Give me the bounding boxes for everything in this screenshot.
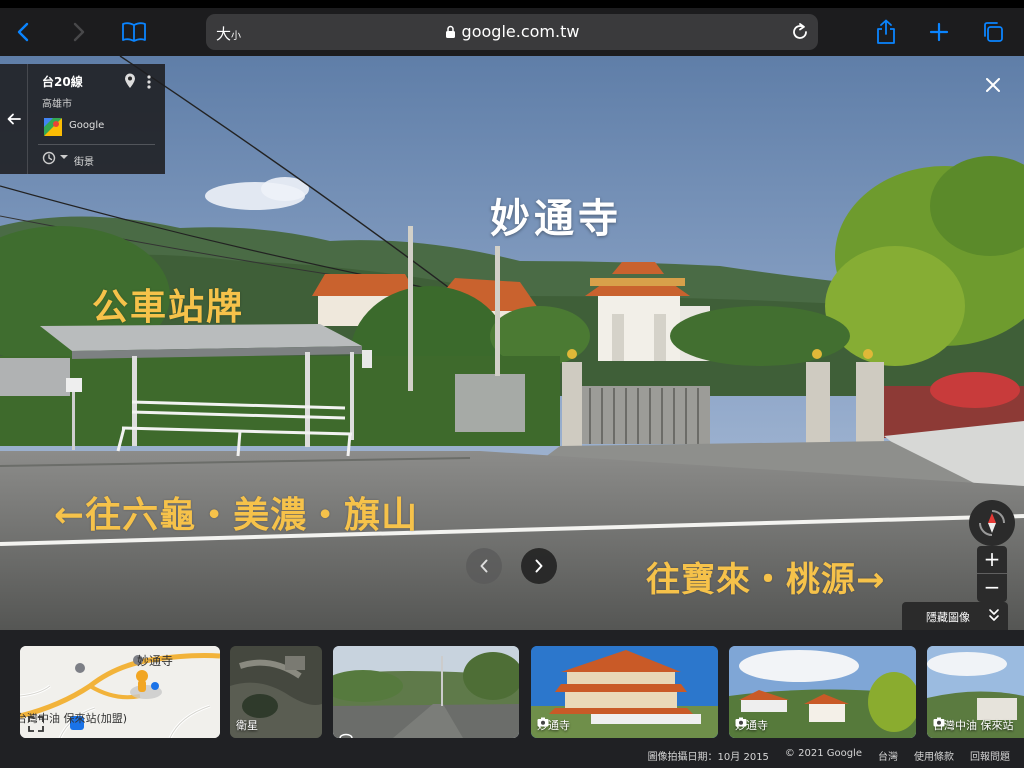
- location-subtitle: 高雄市: [42, 99, 72, 110]
- capture-date: 圖像拍攝日期：10月 2015: [647, 752, 769, 763]
- satellite-label: 衛星: [236, 719, 258, 732]
- previous-photo-button[interactable]: [466, 548, 502, 584]
- 360-icon: [339, 733, 353, 738]
- card-divider: [38, 144, 155, 145]
- location-info-card: 台20線 高雄市 Google 街景: [0, 64, 165, 174]
- more-vert-icon[interactable]: [146, 74, 152, 90]
- address-bar[interactable]: 大小 google.com.tw: [206, 14, 818, 50]
- temple-photo-thumbnail-1[interactable]: 妙通寺: [531, 646, 718, 738]
- bus-stop-annotation: 公車站牌: [92, 287, 245, 328]
- copyright-text: © 2021 Google: [784, 748, 862, 759]
- new-tab-icon[interactable]: [923, 16, 955, 48]
- camera-icon: [735, 717, 747, 727]
- zoom-in-button[interactable]: +: [977, 546, 1007, 574]
- arrow-left-icon: [7, 113, 21, 125]
- chevron-right-icon: [535, 559, 543, 573]
- close-street-view-button[interactable]: [980, 72, 1006, 98]
- street-view-thumbnail[interactable]: [333, 646, 519, 738]
- terms-link[interactable]: 使用條款: [914, 748, 954, 763]
- browser-toolbar: 大小 google.com.tw: [0, 0, 1024, 56]
- region-text: 台灣: [878, 752, 898, 763]
- zoom-controls: + −: [977, 546, 1007, 602]
- map-thumbnail[interactable]: 妙通寺 台灣中油 保來站(加盟): [20, 646, 220, 738]
- zoom-out-button[interactable]: −: [977, 574, 1007, 602]
- next-photo-button[interactable]: [521, 548, 557, 584]
- share-icon[interactable]: [870, 16, 902, 48]
- location-title: 台20線: [42, 75, 83, 89]
- temple-photo-label-1: 妙通寺: [537, 717, 570, 732]
- temple-photo-thumbnail-2[interactable]: 妙通寺: [729, 646, 916, 738]
- left-direction-annotation: ←往六龜・美濃・旗山: [54, 495, 419, 536]
- url-display: google.com.tw: [206, 22, 818, 41]
- camera-icon: [537, 717, 549, 727]
- bookmarks-icon[interactable]: [118, 16, 150, 48]
- lock-icon: [445, 25, 455, 38]
- tabs-icon[interactable]: [977, 16, 1009, 48]
- view-mode-label: 街景: [74, 157, 94, 168]
- gas-station-photo-label: 台灣中油 保來站: [933, 717, 1014, 732]
- street-thumb-image: [333, 646, 519, 738]
- chevron-down-icon[interactable]: [60, 155, 68, 159]
- gas-station-photo-thumbnail[interactable]: 台灣中油 保來站: [927, 646, 1024, 738]
- provider-label: Google: [69, 120, 105, 131]
- camera-icon: [933, 717, 945, 727]
- reload-icon[interactable]: [790, 22, 810, 42]
- back-to-map-button[interactable]: [0, 64, 28, 174]
- hide-images-button[interactable]: 隱藏圖像: [902, 602, 1008, 630]
- history-icon[interactable]: [42, 151, 56, 165]
- attribution-footer: 圖像拍攝日期：10月 2015 © 2021 Google 台灣 使用條款 回報…: [0, 744, 1024, 768]
- close-icon: [986, 78, 1000, 92]
- google-maps-logo-icon: [44, 118, 62, 136]
- expand-map-icon[interactable]: [28, 716, 44, 732]
- map-label-temple: 妙通寺: [137, 654, 174, 668]
- right-direction-annotation: 往寶來・桃源→: [646, 560, 886, 600]
- compass-button[interactable]: [969, 500, 1015, 546]
- double-chevron-down-icon: [989, 609, 999, 621]
- temple-annotation: 妙通寺: [490, 196, 622, 242]
- forward-icon[interactable]: [62, 16, 94, 48]
- back-icon[interactable]: [8, 16, 40, 48]
- map-pin-icon[interactable]: [124, 73, 136, 89]
- chevron-left-icon: [480, 559, 488, 573]
- compass-icon: [979, 510, 1005, 536]
- report-problem-link[interactable]: 回報問題: [970, 748, 1010, 763]
- satellite-thumbnail[interactable]: 衛星: [230, 646, 322, 738]
- app-root: 大小 google.com.tw 妙通寺 公車站牌 ←往六龜・美濃・旗山 往寶來…: [0, 0, 1024, 768]
- hide-images-label: 隱藏圖像: [926, 611, 970, 624]
- temple-photo-label-2: 妙通寺: [735, 717, 768, 732]
